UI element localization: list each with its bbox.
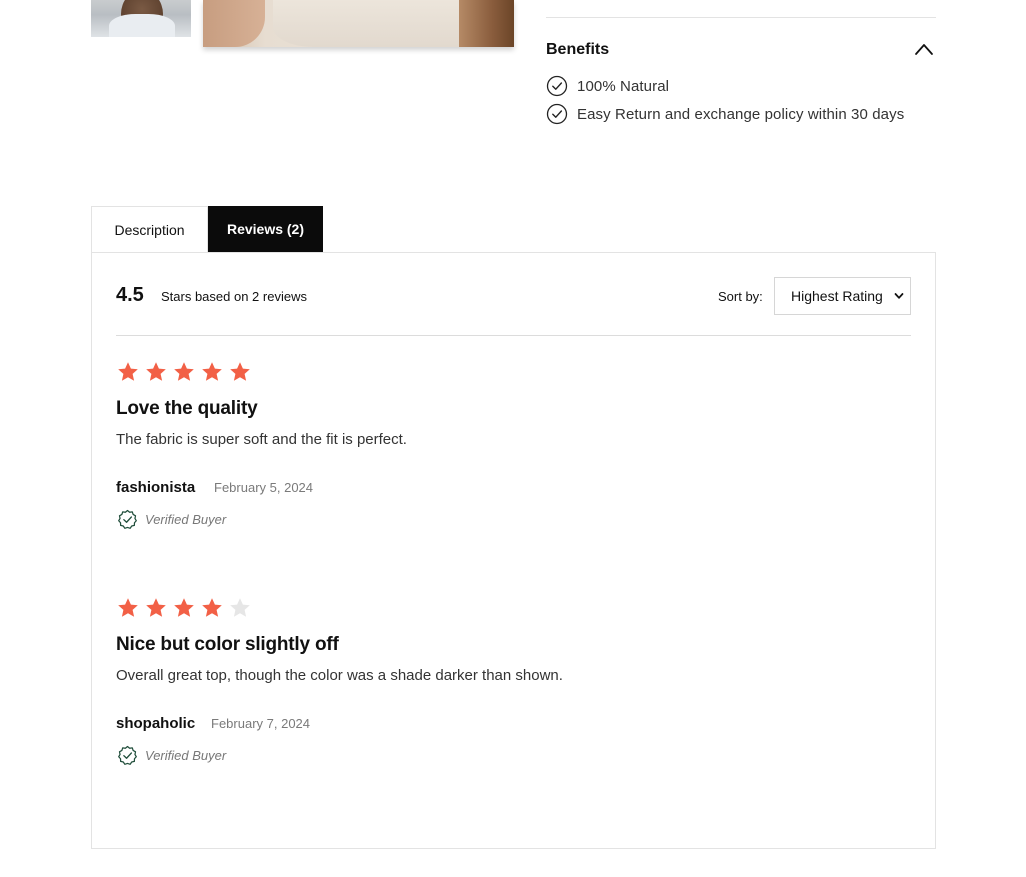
review-date: February 7, 2024 <box>211 716 311 731</box>
star-filled-icon <box>202 362 222 381</box>
main-image-arm <box>203 0 265 47</box>
star-empty-icon <box>230 598 250 617</box>
product-main-image[interactable] <box>203 0 514 47</box>
sort-select[interactable]: Highest Rating <box>774 277 911 315</box>
chevron-up-icon[interactable] <box>914 42 934 56</box>
star-filled-icon <box>202 598 222 617</box>
verified-buyer-badge: Verified Buyer <box>117 745 226 766</box>
product-thumbnail[interactable] <box>91 0 191 37</box>
summary-divider <box>116 335 911 336</box>
benefit-item: Easy Return and exchange policy within 3… <box>546 103 904 125</box>
benefit-item: 100% Natural <box>546 75 669 97</box>
benefit-label: Easy Return and exchange policy within 3… <box>577 105 905 123</box>
review-star-rating <box>116 360 252 384</box>
main-image-hair <box>459 0 514 47</box>
sort-select-value: Highest Rating <box>791 288 883 304</box>
thumbnail-image-shirt <box>109 14 175 37</box>
verified-label: Verified Buyer <box>145 748 227 763</box>
verified-label: Verified Buyer <box>145 512 227 527</box>
review-title: Nice but color slightly off <box>116 634 339 655</box>
benefit-label: 100% Natural <box>577 77 670 95</box>
chevron-down-icon <box>894 293 904 299</box>
star-filled-icon <box>146 598 166 617</box>
main-image-shirt <box>273 0 483 47</box>
star-filled-icon <box>174 362 194 381</box>
review-star-rating <box>116 596 252 620</box>
sort-label: Sort by: <box>718 289 763 304</box>
benefits-title[interactable]: Benefits <box>546 41 609 59</box>
review-author: fashionista <box>116 479 196 496</box>
review-date: February 5, 2024 <box>214 480 314 495</box>
verified-badge-icon <box>118 509 137 529</box>
review-title: Love the quality <box>116 398 258 419</box>
star-filled-icon <box>230 362 250 381</box>
review-body: Overall great top, though the color was … <box>116 667 563 684</box>
tab-reviews[interactable]: Reviews (2) <box>208 206 323 252</box>
star-filled-icon <box>118 362 138 381</box>
star-filled-icon <box>118 598 138 617</box>
rating-score: 4.5 <box>116 284 144 306</box>
review-body: The fabric is super soft and the fit is … <box>116 431 407 448</box>
tab-description[interactable]: Description <box>91 206 208 252</box>
star-filled-icon <box>146 362 166 381</box>
verified-buyer-badge: Verified Buyer <box>117 509 226 530</box>
star-filled-icon <box>174 598 194 617</box>
benefits-divider <box>546 17 936 18</box>
rating-summary-text: Stars based on 2 reviews <box>161 289 307 304</box>
review-author: shopaholic <box>116 715 196 732</box>
verified-badge-icon <box>118 745 137 765</box>
check-circle-icon <box>546 103 568 125</box>
check-circle-icon <box>546 75 568 97</box>
